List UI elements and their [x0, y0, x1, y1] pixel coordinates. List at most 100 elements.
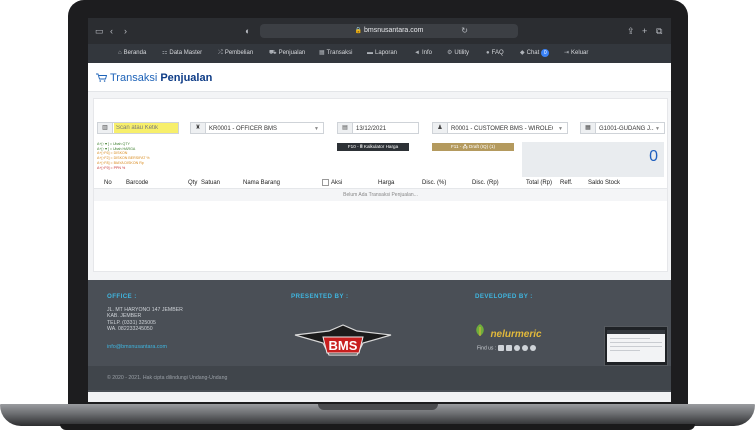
nav-item-faq[interactable]: ● FAQ — [486, 49, 504, 58]
hint-line: A+[↑F9] = PPN % — [97, 165, 126, 170]
question-icon: ● — [486, 50, 490, 56]
nav-item-keluar[interactable]: ⇥ Keluar — [564, 49, 588, 58]
officer-select[interactable]: ♜ KR0001 - OFFICER BMS ▼ — [190, 122, 324, 134]
col-harga: Harga — [378, 180, 395, 186]
developer-name: nelurmeric — [490, 329, 542, 340]
laptop-notch — [318, 404, 438, 410]
col-aksi-label: Aksi — [331, 180, 343, 187]
facebook-icon[interactable] — [498, 345, 505, 351]
thumbnail-line — [610, 350, 640, 351]
sitemap-icon: ⚏ — [162, 50, 168, 56]
user-tie-icon: ♜ — [191, 123, 206, 133]
find-us-label: Find us : — [477, 345, 497, 352]
barcode-icon: ▥ — [98, 123, 113, 133]
customer-select[interactable]: ♟ R0001 - CUSTOMER BMS - WIROLEGI ▼ — [432, 122, 568, 134]
col-no: No — [104, 180, 112, 186]
chevron-down-icon: ▼ — [655, 126, 660, 132]
transaction-form: ▥ ♜ KR0001 - OFFICER BMS ▼ ▤ 13/12/2021 … — [93, 98, 668, 272]
thumbnail-line — [610, 338, 650, 339]
col-satuan: Satuan — [201, 180, 221, 186]
page-title-bold: Penjualan — [160, 72, 213, 84]
chat-count-badge: 0 — [541, 49, 550, 57]
forward-icon[interactable]: › — [124, 25, 127, 37]
leaf-icon — [476, 324, 484, 336]
browser-window: ▭ ‹ › ◐ 🔒 bmsnusantara.com ↻ ⇪ + ⧉ ⌂ Beran… — [88, 18, 671, 402]
nav-item-chat[interactable]: ◆ Chat 0 — [520, 49, 550, 58]
whatsapp-icon[interactable] — [514, 345, 521, 351]
cogs-icon: ⚙ — [447, 50, 453, 56]
web-icon[interactable] — [522, 345, 529, 351]
grand-total-value: 0 — [649, 148, 658, 165]
sidebar-icon[interactable]: ▭ — [95, 25, 104, 37]
col-barcode: Barcode — [126, 180, 149, 186]
privacy-shield-icon[interactable]: ◐ — [245, 25, 250, 37]
nav-label: Pembelian — [224, 50, 254, 56]
url-text: bmsnusantara.com — [363, 27, 424, 34]
bms-logo-text: BMS — [329, 338, 358, 353]
col-aksi: Aksi — [322, 179, 342, 188]
nav-label: Laporan — [375, 50, 398, 56]
col-saldo-stock: Saldo Stock — [588, 180, 621, 186]
nav-label: Chat — [526, 50, 540, 56]
page-title: Transaksi Penjualan — [110, 72, 212, 84]
thumbnail-nav — [607, 330, 665, 334]
share-icon[interactable]: ⇪ — [627, 25, 635, 37]
calculator-button[interactable]: F10 - 🖩 Kalkulator Harga — [337, 143, 409, 151]
nav-item-transaksi[interactable]: ▦ Transaksi — [319, 49, 352, 58]
nav-label: Data Master — [169, 50, 203, 56]
warehouse-select[interactable]: ▦ G1001-GUDANG J... ▼ — [580, 122, 665, 134]
grand-total-panel: 0 — [522, 142, 664, 177]
developed-heading: DEVELOPED BY : — [475, 293, 533, 300]
thumbnail-content — [607, 330, 665, 362]
col-total: Total (Rp) — [526, 180, 553, 186]
chevron-down-icon: ▼ — [314, 126, 319, 132]
developer-logo: nelurmeric — [474, 323, 542, 342]
new-tab-icon[interactable]: + — [642, 25, 647, 37]
page-title-light: Transaksi — [110, 72, 158, 84]
contact-email-link[interactable]: info@bmsnusantara.com — [107, 344, 167, 350]
officer-value: KR0001 - OFFICER BMS — [209, 126, 278, 132]
draft-button[interactable]: F11 - 🖧 Draft (IQ) (1) — [432, 143, 514, 151]
empty-table-message: Belum Ada Transaksi Penjualan... — [94, 189, 667, 201]
reload-icon[interactable]: ↻ — [461, 24, 468, 38]
nav-label: Transaksi — [326, 50, 353, 56]
shortcut-hints: A+[↑▼] = Ubah QTY A+[↑▼] = Ubah HARGA A+… — [97, 142, 150, 170]
email-icon[interactable] — [530, 345, 537, 351]
nav-item-beranda[interactable]: ⌂ Beranda — [118, 49, 146, 58]
shuffle-icon: ⤮ — [218, 50, 223, 56]
back-icon[interactable]: ‹ — [110, 25, 113, 37]
chevron-down-icon: ▼ — [558, 126, 563, 132]
nav-item-info[interactable]: ◄ Info — [414, 49, 432, 58]
nav-item-data-master[interactable]: ⚏ Data Master — [162, 49, 202, 58]
tabs-overview-icon[interactable]: ⧉ — [656, 25, 662, 37]
nav-label: Keluar — [571, 50, 589, 56]
thumbnail-line — [610, 346, 662, 347]
cart-icon — [96, 73, 107, 82]
whatsapp-line: WA. 082233245050 — [107, 326, 153, 333]
customer-value: R0001 - CUSTOMER BMS - WIROLEGI — [451, 126, 553, 132]
nav-item-laporan[interactable]: ▬ Laporan — [367, 49, 397, 58]
presented-heading: PRESENTED BY : — [291, 293, 349, 300]
bms-logo: BMS — [294, 324, 392, 356]
col-nama-barang: Nama Barang — [243, 180, 281, 186]
address-bar[interactable]: 🔒 bmsnusantara.com ↻ — [260, 24, 518, 38]
select-all-checkbox[interactable] — [322, 179, 329, 186]
home-icon: ⌂ — [118, 50, 122, 56]
nav-item-utility[interactable]: ⚙ Utility — [447, 49, 469, 58]
date-value: 13/12/2021 — [356, 126, 387, 132]
social-links: Find us : — [477, 345, 537, 352]
page-thumbnail — [604, 326, 668, 366]
calendar-icon: ▤ — [338, 123, 353, 133]
nav-label: Info — [421, 50, 432, 56]
chat-icon: ◆ — [520, 50, 525, 56]
instagram-icon[interactable] — [506, 345, 513, 351]
nav-item-pembelian[interactable]: ⤮ Pembelian — [218, 49, 253, 58]
hint-line: A+[↑F8] = BIAYA DISKON Rp — [97, 160, 144, 165]
barcode-search-input[interactable] — [114, 123, 178, 133]
folder-icon: ▬ — [367, 50, 373, 56]
nav-item-penjualan[interactable]: ⛟ Penjualan — [269, 49, 305, 58]
copyright-text: © 2020 - 2021. Hak cipta dilindungi Unda… — [107, 375, 228, 381]
col-disc-rp: Disc. (Rp) — [472, 180, 499, 186]
date-field[interactable]: ▤ 13/12/2021 — [337, 122, 419, 134]
nav-label: Beranda — [123, 50, 147, 56]
